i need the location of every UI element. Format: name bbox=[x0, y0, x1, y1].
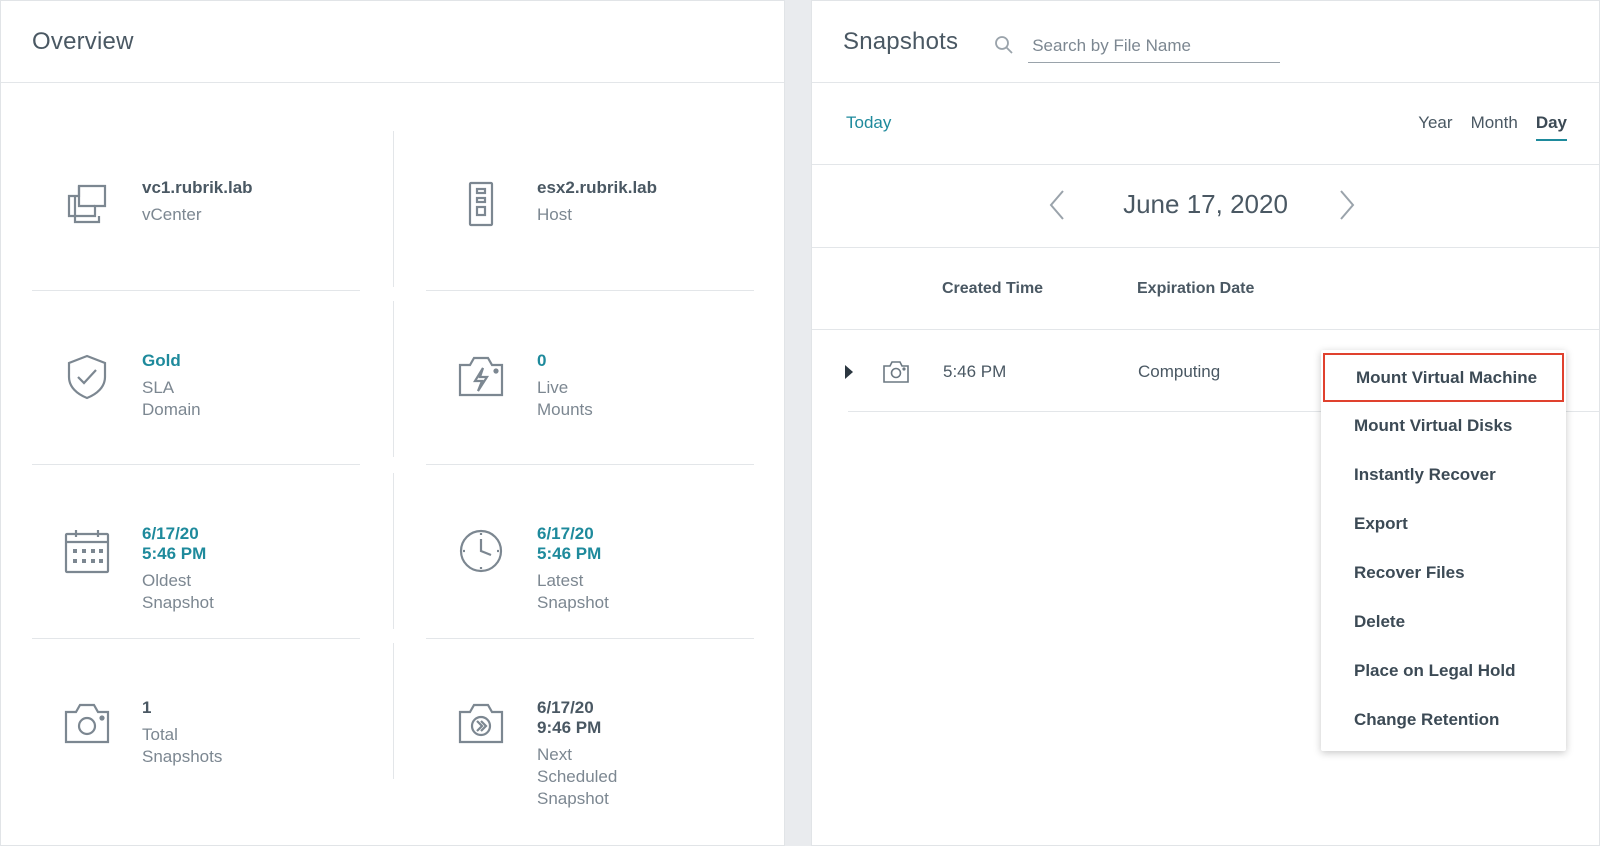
snapshot-table-header: Created Time Expiration Date bbox=[812, 248, 1599, 330]
menu-item-recover-files[interactable]: Recover Files bbox=[1321, 548, 1566, 597]
vcenter-value: vc1.rubrik.lab bbox=[142, 178, 253, 197]
column-created-time[interactable]: Created Time bbox=[942, 280, 1043, 298]
date-navigator: June 17, 2020 bbox=[812, 165, 1599, 248]
divider bbox=[426, 638, 754, 639]
vcenter-icon bbox=[59, 176, 115, 232]
menu-item-instantly-recover[interactable]: Instantly Recover bbox=[1321, 450, 1566, 499]
oldest-label: Oldest Snapshot bbox=[142, 571, 214, 612]
tab-year[interactable]: Year bbox=[1418, 113, 1452, 141]
divider bbox=[426, 464, 754, 465]
host-value: esx2.rubrik.lab bbox=[537, 178, 658, 197]
search-box bbox=[994, 32, 1281, 63]
total-label: Total Snapshots bbox=[142, 725, 223, 766]
next-value: 6/17/20 9:46 PM bbox=[537, 698, 602, 737]
menu-item-export[interactable]: Export bbox=[1321, 499, 1566, 548]
next-label: Next Scheduled Snapshot bbox=[537, 745, 618, 808]
camera-icon bbox=[882, 360, 910, 389]
latest-value[interactable]: 6/17/20 5:46 PM bbox=[537, 524, 609, 564]
live-mount-icon bbox=[453, 349, 509, 405]
overview-header: Overview bbox=[1, 1, 784, 83]
vcenter-label: vCenter bbox=[142, 205, 202, 224]
divider bbox=[393, 131, 394, 287]
server-icon bbox=[453, 176, 509, 232]
divider bbox=[426, 290, 754, 291]
sla-label: SLA Domain bbox=[142, 378, 201, 419]
oldest-value[interactable]: 6/17/20 5:46 PM bbox=[142, 524, 214, 564]
camera-icon bbox=[59, 696, 115, 752]
current-date: June 17, 2020 bbox=[1123, 189, 1288, 219]
expand-caret-icon[interactable] bbox=[844, 364, 854, 384]
menu-item-place-on-legal-hold[interactable]: Place on Legal Hold bbox=[1321, 646, 1566, 695]
overview-panel: Overview vc1.rubrik.lab vCenter esx2.rub… bbox=[0, 0, 785, 846]
divider bbox=[32, 290, 360, 291]
divider bbox=[393, 473, 394, 629]
overview-grid: vc1.rubrik.lab vCenter esx2.rubrik.lab H… bbox=[1, 83, 786, 846]
column-expiration-date[interactable]: Expiration Date bbox=[1137, 280, 1254, 298]
next-date-button[interactable] bbox=[1332, 187, 1362, 227]
today-link[interactable]: Today bbox=[846, 113, 891, 133]
menu-item-mount-virtual-disks[interactable]: Mount Virtual Disks bbox=[1321, 401, 1566, 450]
tab-month[interactable]: Month bbox=[1471, 113, 1518, 141]
calendar-icon bbox=[59, 523, 115, 579]
host-label: Host bbox=[537, 205, 572, 224]
live-mounts-label: Live Mounts bbox=[537, 378, 593, 419]
search-icon bbox=[994, 35, 1014, 60]
clock-icon bbox=[453, 523, 509, 579]
range-bar: Today Year Month Day bbox=[812, 83, 1599, 165]
row-created-time: 5:46 PM bbox=[943, 362, 1007, 381]
snapshots-title: Snapshots bbox=[843, 27, 959, 55]
snapshots-header: Snapshots bbox=[812, 1, 1599, 83]
divider bbox=[393, 643, 394, 779]
latest-label: Latest Snapshot bbox=[537, 571, 609, 612]
divider bbox=[32, 638, 360, 639]
overview-title: Overview bbox=[32, 27, 134, 55]
live-mounts-value[interactable]: 0 bbox=[537, 351, 593, 371]
search-input[interactable] bbox=[1028, 32, 1281, 63]
total-value: 1 bbox=[142, 698, 152, 717]
scheduled-camera-icon bbox=[453, 696, 509, 752]
tab-day[interactable]: Day bbox=[1535, 113, 1567, 141]
range-tabs: Year Month Day bbox=[1400, 113, 1567, 141]
menu-item-mount-virtual-machine[interactable]: Mount Virtual Machine bbox=[1323, 353, 1564, 402]
divider bbox=[32, 464, 360, 465]
sla-value[interactable]: Gold bbox=[142, 351, 201, 371]
menu-item-change-retention[interactable]: Change Retention bbox=[1321, 695, 1566, 744]
menu-item-delete[interactable]: Delete bbox=[1321, 597, 1566, 646]
row-expiration-date: Computing bbox=[1138, 362, 1221, 381]
divider bbox=[393, 301, 394, 457]
snapshot-context-menu: Mount Virtual Machine Mount Virtual Disk… bbox=[1321, 350, 1566, 751]
chevron-right-icon bbox=[1337, 189, 1357, 226]
shield-check-icon bbox=[59, 349, 115, 405]
